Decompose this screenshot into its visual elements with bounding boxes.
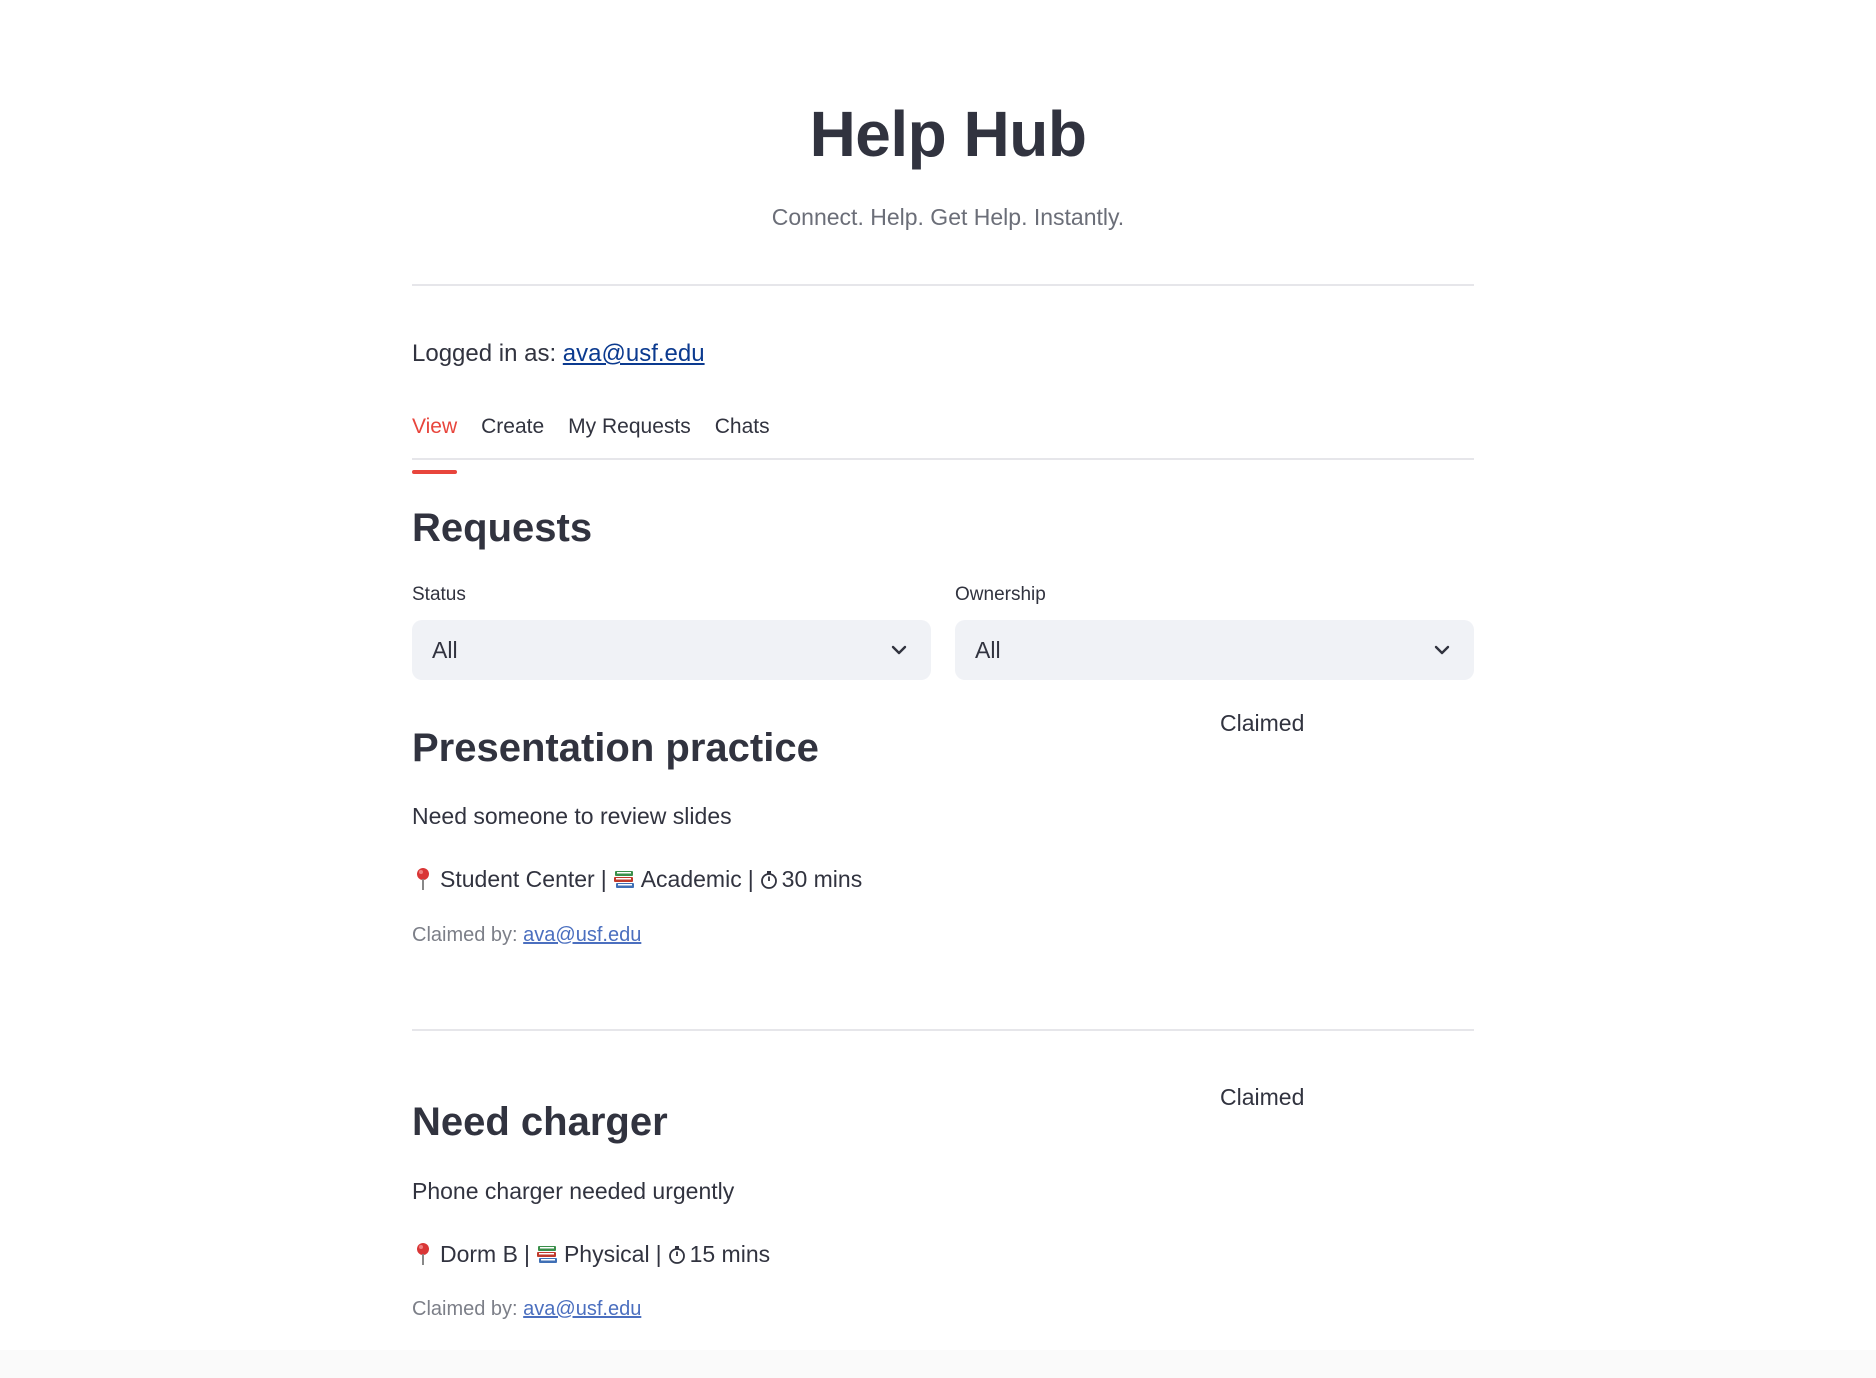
request-divider [412,1029,1474,1031]
header-divider [412,284,1474,286]
page: Help Hub Connect. Help. Get Help. Instan… [0,0,1876,1378]
tab-view[interactable]: View [412,410,458,474]
tab-create[interactable]: Create [481,410,544,458]
request-duration: 30 mins [781,866,863,892]
request-category: Physical [563,1241,650,1267]
books-icon [613,867,635,891]
user-email-link[interactable]: ava@usf.edu [563,340,705,367]
app-title: Help Hub [809,98,1087,170]
app-subtitle: Connect. Help. Get Help. Instantly. [771,204,1125,230]
tab-bar: View Create My Requests Chats [412,410,1474,474]
status-filter-value: All [432,636,458,663]
requests-heading: Requests [412,506,593,550]
status-filter-select[interactable]: All [412,620,931,680]
pushpin-icon [412,867,434,891]
claimed-by-prefix: Claimed by: [412,924,518,946]
meta-separator: | [747,866,754,892]
request-location: Student Center [440,866,595,892]
request-claimed-by: Claimed by: ava@usf.edu [412,1296,641,1322]
books-icon [536,1242,558,1266]
chevron-down-icon [1430,638,1454,662]
claimed-by-link[interactable]: ava@usf.edu [523,924,641,946]
status-filter-label: Status [412,584,466,605]
bottom-band [0,1350,1876,1378]
tab-my-requests[interactable]: My Requests [568,410,691,458]
request-meta: Dorm B | Physical | 15 mins [412,1239,770,1269]
claimed-by-link[interactable]: ava@usf.edu [523,1298,641,1320]
ownership-filter-label: Ownership [955,584,1046,605]
meta-separator: | [600,866,607,892]
meta-separator: | [523,1241,530,1267]
claimed-by-prefix: Claimed by: [412,1298,518,1320]
tab-chats[interactable]: Chats [715,410,770,458]
request-duration: 15 mins [689,1241,771,1267]
request-claimed-by: Claimed by: ava@usf.edu [412,922,641,948]
request-location: Dorm B [440,1241,518,1267]
login-prefix: Logged in as: [412,340,557,367]
request-status: Claimed [1220,710,1305,736]
request-title: Need charger [412,1100,668,1144]
login-status: Logged in as: ava@usf.edu [412,338,705,370]
ownership-filter-value: All [975,636,1001,663]
request-description: Need someone to review slides [412,803,732,829]
meta-separator: | [655,1241,662,1267]
request-description: Phone charger needed urgently [412,1178,735,1204]
request-title: Presentation practice [412,726,819,770]
stopwatch-icon [760,867,778,891]
chevron-down-icon [887,638,911,662]
request-meta: Student Center | Academic | 30 mins [412,864,862,894]
request-status: Claimed [1220,1084,1305,1110]
stopwatch-icon [668,1242,686,1266]
ownership-filter-select[interactable]: All [955,620,1474,680]
request-category: Academic [640,866,742,892]
pushpin-icon [412,1242,434,1266]
